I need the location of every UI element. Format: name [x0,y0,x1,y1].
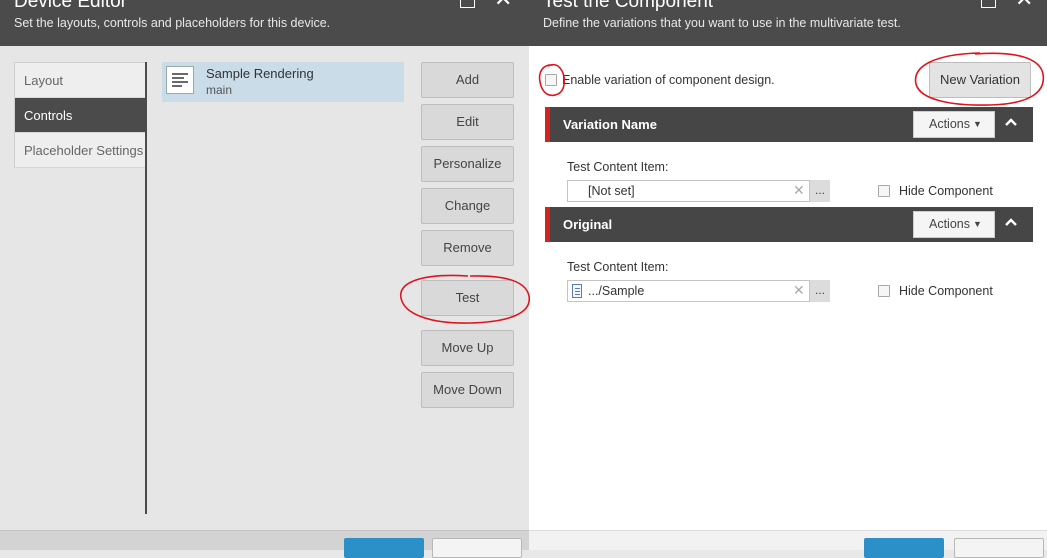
browse-button[interactable]: ... [809,280,830,302]
rendering-list-item[interactable]: Sample Rendering main [162,62,404,102]
change-button[interactable]: Change [421,188,514,224]
test-content-item-label: Test Content Item: [567,160,669,174]
test-content-item-field[interactable]: .../Sample ✕ ... [567,280,830,302]
test-component-header: Test the Component Define the variations… [529,0,1047,46]
device-editor-dialog: Device Editor Set the layouts, controls … [0,0,529,558]
variation-name: Variation Name [563,117,657,132]
clear-icon[interactable]: ✕ [793,282,805,299]
variation-section-header: Original Actions ▼ [545,207,1033,242]
panel-divider [145,62,147,514]
variation-section-header: Variation Name Actions ▼ [545,107,1033,142]
rendering-placeholder: main [206,83,233,97]
variation-name: Original [563,217,613,232]
actions-label: Actions [929,217,970,231]
enable-variation-checkbox[interactable] [545,74,557,86]
variation-accent-bar [545,207,550,242]
maximize-icon[interactable] [460,0,475,8]
test-content-item-label: Test Content Item: [567,260,669,274]
actions-dropdown[interactable]: Actions ▼ [913,111,995,138]
caret-down-icon: ▼ [973,119,982,129]
chevron-up-icon[interactable] [1004,114,1018,132]
rendering-name: Sample Rendering [206,66,314,81]
enable-variation-label: Enable variation of component design. [562,73,775,87]
maximize-icon[interactable] [981,0,996,8]
dialog-subtitle: Define the variations that you want to u… [543,16,901,30]
cancel-button[interactable] [954,538,1044,558]
move-down-button[interactable]: Move Down [421,372,514,408]
clear-icon[interactable]: ✕ [793,182,805,199]
document-icon [572,284,582,298]
test-component-dialog: Test the Component Define the variations… [529,0,1047,558]
variation-accent-bar [545,107,550,142]
device-editor-header: Device Editor Set the layouts, controls … [0,0,529,46]
tab-placeholder-settings[interactable]: Placeholder Settings [15,133,145,168]
add-button[interactable]: Add [421,62,514,98]
actions-label: Actions [929,117,970,131]
device-editor-tabs: Layout Controls Placeholder Settings [14,62,146,168]
cancel-button[interactable] [432,538,522,558]
chevron-up-icon[interactable] [1004,214,1018,232]
caret-down-icon: ▼ [973,219,982,229]
move-up-button[interactable]: Move Up [421,330,514,366]
browse-button[interactable]: ... [809,180,830,202]
test-content-item-value: [Not set] [588,184,635,198]
ok-button[interactable] [344,538,424,558]
test-button[interactable]: Test [421,280,514,316]
dialog-title: Test the Component [543,0,714,12]
actions-dropdown[interactable]: Actions ▼ [913,211,995,238]
dialog-subtitle: Set the layouts, controls and placeholde… [14,16,331,30]
rendering-icon [166,66,194,94]
personalize-button[interactable]: Personalize [421,146,514,182]
tab-controls[interactable]: Controls [15,98,145,133]
close-icon[interactable]: ✕ [494,0,512,10]
hide-component-label: Hide Component [899,184,993,198]
edit-button[interactable]: Edit [421,104,514,140]
new-variation-button[interactable]: New Variation [929,62,1031,98]
hide-component-label: Hide Component [899,284,993,298]
dialog-title: Device Editor [14,0,127,12]
hide-component-checkbox[interactable] [878,285,890,297]
test-content-item-value: .../Sample [588,284,645,298]
test-content-item-field[interactable]: [Not set] ✕ ... [567,180,830,202]
hide-component-checkbox[interactable] [878,185,890,197]
close-icon[interactable]: ✕ [1015,0,1033,10]
ok-button[interactable] [864,538,944,558]
remove-button[interactable]: Remove [421,230,514,266]
tab-layout[interactable]: Layout [15,63,145,98]
